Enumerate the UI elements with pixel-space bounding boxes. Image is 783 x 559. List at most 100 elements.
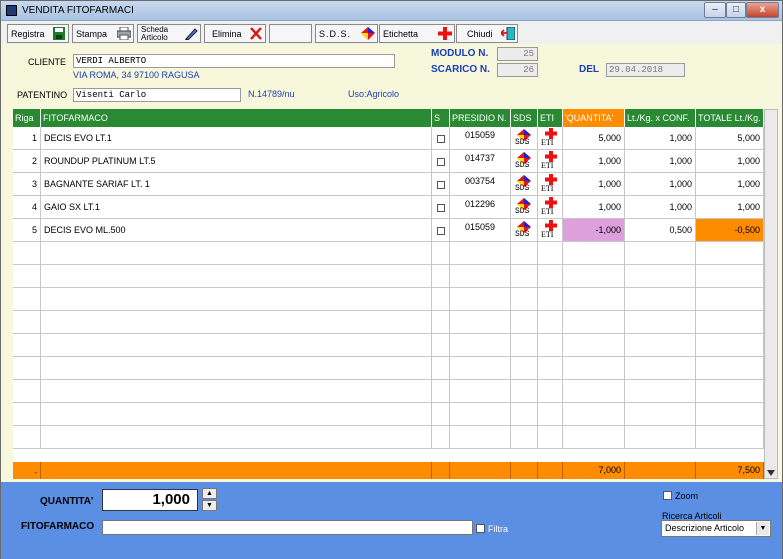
empty-cell[interactable] [511, 380, 538, 403]
empty-cell[interactable] [432, 288, 450, 311]
column-header-fito[interactable]: FITOFARMACO [41, 109, 432, 127]
chiudi-button[interactable]: Chiudi [456, 24, 518, 43]
empty-cell[interactable] [696, 357, 764, 380]
empty-cell[interactable] [41, 403, 432, 426]
empty-cell[interactable] [13, 288, 41, 311]
empty-cell[interactable] [538, 426, 563, 449]
cell-s[interactable] [432, 150, 450, 173]
sds-button[interactable]: S.D.S. [315, 24, 378, 43]
empty-cell[interactable] [41, 242, 432, 265]
empty-cell[interactable] [41, 265, 432, 288]
empty-cell[interactable] [41, 334, 432, 357]
cell-fito[interactable]: DECIS EVO ML.500 [41, 219, 432, 242]
empty-cell[interactable] [41, 426, 432, 449]
empty-cell[interactable] [625, 426, 696, 449]
cell-s[interactable] [432, 196, 450, 219]
empty-cell[interactable] [13, 357, 41, 380]
column-header-riga[interactable]: Riga [13, 109, 41, 127]
empty-cell[interactable] [563, 426, 625, 449]
cell-eti[interactable]: ETI [538, 127, 563, 150]
empty-cell[interactable] [13, 265, 41, 288]
cell-riga[interactable]: 3 [13, 173, 41, 196]
cell-qta[interactable]: 1,000 [563, 173, 625, 196]
row-select-checkbox[interactable] [436, 203, 445, 212]
empty-cell[interactable] [696, 380, 764, 403]
cell-conf[interactable]: 1,000 [625, 173, 696, 196]
empty-cell[interactable] [563, 242, 625, 265]
cell-qta[interactable]: 1,000 [563, 196, 625, 219]
empty-cell[interactable] [538, 242, 563, 265]
empty-cell[interactable] [13, 242, 41, 265]
empty-cell[interactable] [696, 311, 764, 334]
empty-cell[interactable] [563, 288, 625, 311]
cell-tot[interactable]: 5,000 [696, 127, 764, 150]
scroll-down-icon[interactable] [767, 470, 775, 476]
cell-fito[interactable]: BAGNANTE SARIAF LT. 1 [41, 173, 432, 196]
cell-eti[interactable]: ETI [538, 196, 563, 219]
column-header-tot[interactable]: TOTALE Lt./Kg. [696, 109, 764, 127]
empty-cell[interactable] [538, 403, 563, 426]
empty-cell[interactable] [450, 334, 511, 357]
empty-cell[interactable] [538, 380, 563, 403]
empty-cell[interactable] [625, 380, 696, 403]
cell-eti[interactable]: ETI [538, 219, 563, 242]
row-select-checkbox[interactable] [436, 226, 445, 235]
quantita-input[interactable]: 1,000 [102, 489, 198, 511]
close-window-button[interactable]: x [746, 2, 779, 18]
cell-qta[interactable]: 5,000 [563, 127, 625, 150]
empty-cell[interactable] [538, 265, 563, 288]
cell-presidio[interactable]: 015059 [450, 127, 511, 150]
fitofarmaco-input[interactable] [102, 520, 473, 535]
empty-cell[interactable] [432, 311, 450, 334]
column-header-eti[interactable]: ETI [538, 109, 563, 127]
empty-cell[interactable] [432, 380, 450, 403]
empty-cell[interactable] [13, 426, 41, 449]
empty-cell[interactable] [450, 403, 511, 426]
column-header-qta[interactable]: 'QUANTITA' [563, 109, 625, 127]
empty-cell[interactable] [450, 288, 511, 311]
empty-cell[interactable] [511, 403, 538, 426]
column-header-sds[interactable]: SDS [511, 109, 538, 127]
empty-cell[interactable] [450, 357, 511, 380]
empty-cell[interactable] [511, 334, 538, 357]
empty-cell[interactable] [450, 426, 511, 449]
empty-cell[interactable] [563, 403, 625, 426]
empty-cell[interactable] [625, 403, 696, 426]
empty-cell[interactable] [696, 288, 764, 311]
row-select-checkbox[interactable] [436, 134, 445, 143]
cell-qta[interactable]: -1,000 [563, 219, 625, 242]
stampa-button[interactable]: Stampa [72, 24, 134, 43]
maximize-button[interactable]: □ [726, 2, 746, 18]
empty-cell[interactable] [41, 380, 432, 403]
row-select-checkbox[interactable] [436, 157, 445, 166]
empty-cell[interactable] [13, 311, 41, 334]
cell-riga[interactable]: 4 [13, 196, 41, 219]
empty-cell[interactable] [563, 380, 625, 403]
empty-cell[interactable] [563, 265, 625, 288]
column-header-conf[interactable]: Lt./Kg. x CONF. [625, 109, 696, 127]
minimize-button[interactable]: – [704, 2, 726, 18]
cell-fito[interactable]: GAIO SX LT.1 [41, 196, 432, 219]
empty-cell[interactable] [511, 357, 538, 380]
cell-conf[interactable]: 1,000 [625, 196, 696, 219]
cell-sds[interactable]: SDS [511, 219, 538, 242]
cell-s[interactable] [432, 219, 450, 242]
empty-cell[interactable] [13, 380, 41, 403]
cell-qta[interactable]: 1,000 [563, 150, 625, 173]
cell-conf[interactable]: 1,000 [625, 127, 696, 150]
empty-cell[interactable] [696, 242, 764, 265]
cell-presidio[interactable]: 003754 [450, 173, 511, 196]
cell-sds[interactable]: SDS [511, 127, 538, 150]
empty-cell[interactable] [625, 334, 696, 357]
empty-cell[interactable] [41, 288, 432, 311]
cell-presidio[interactable]: 014737 [450, 150, 511, 173]
cell-s[interactable] [432, 173, 450, 196]
vertical-scrollbar[interactable] [764, 109, 778, 479]
empty-cell[interactable] [538, 334, 563, 357]
zoom-checkbox[interactable] [663, 491, 672, 500]
cell-tot[interactable]: 1,000 [696, 150, 764, 173]
empty-cell[interactable] [450, 265, 511, 288]
column-header-presidio[interactable]: PRESIDIO N. [450, 109, 511, 127]
empty-cell[interactable] [511, 311, 538, 334]
empty-cell[interactable] [13, 403, 41, 426]
